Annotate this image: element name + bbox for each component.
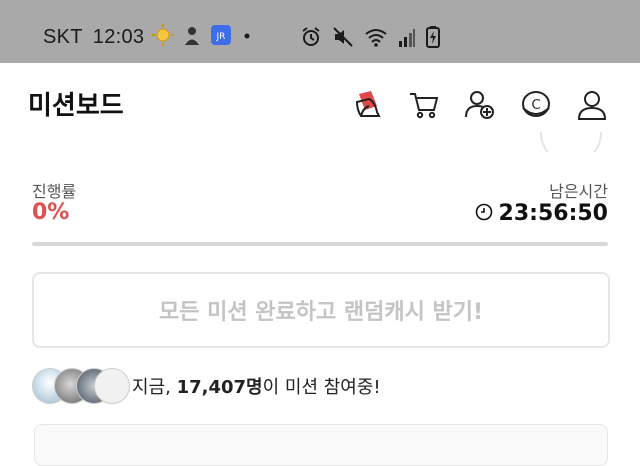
participants-prefix: 지금,: [132, 377, 177, 398]
status-bar: SKT 12:03 JR: [0, 0, 640, 63]
participants-count: 17,407명: [176, 377, 263, 398]
participants-row: 지금, 17,407명이 미션 참여중!: [32, 368, 381, 404]
mute-icon: [332, 26, 354, 52]
svg-text:JR: JR: [216, 32, 226, 42]
participants-suffix: 이 미션 참여중!: [262, 377, 381, 398]
progress-bar: [32, 242, 608, 246]
signal-icon: [398, 27, 416, 51]
remaining-time-label: 남은시간: [549, 182, 608, 201]
status-bar-right: [300, 26, 440, 52]
participant-avatars: [32, 368, 130, 404]
header-actions: C: [350, 87, 610, 123]
carrier-label: SKT: [43, 25, 83, 48]
cart-icon[interactable]: [406, 87, 442, 123]
more-notifications-dot-icon: [240, 28, 254, 47]
clock-icon: [475, 203, 493, 225]
random-cash-reward-button[interactable]: 모든 미션 완료하고 랜덤캐시 받기!: [32, 272, 610, 348]
status-bar-left: SKT 12:03 JR: [43, 24, 254, 50]
participants-text: 지금, 17,407명이 미션 참여중!: [132, 373, 381, 399]
clock: 12:03: [92, 25, 145, 48]
weather-sun-icon: [152, 24, 175, 50]
remaining-time-value: 23:56:50: [498, 201, 608, 226]
reward-button-label: 모든 미션 완료하고 랜덤캐시 받기!: [158, 300, 484, 325]
remaining-time: 23:56:50: [475, 201, 608, 226]
app-notification-icon: [182, 24, 202, 50]
page-title: 미션보드: [28, 91, 124, 121]
scrolled-circle-decoration: [540, 132, 602, 152]
mission-card[interactable]: [34, 424, 608, 466]
app-badge-icon: JR: [210, 24, 232, 50]
svg-text:C: C: [531, 98, 540, 113]
progress-label: 진행률: [32, 182, 77, 201]
scrolled-content-edge: [0, 132, 640, 152]
cash-card-icon[interactable]: [350, 87, 386, 123]
profile-icon[interactable]: [574, 87, 610, 123]
add-friend-icon[interactable]: [462, 87, 498, 123]
wifi-icon: [364, 26, 388, 52]
coin-icon[interactable]: C: [518, 87, 554, 123]
progress-value: 0%: [32, 200, 70, 225]
avatar: [94, 368, 130, 404]
battery-charging-icon: [426, 26, 440, 52]
alarm-icon: [300, 26, 322, 52]
